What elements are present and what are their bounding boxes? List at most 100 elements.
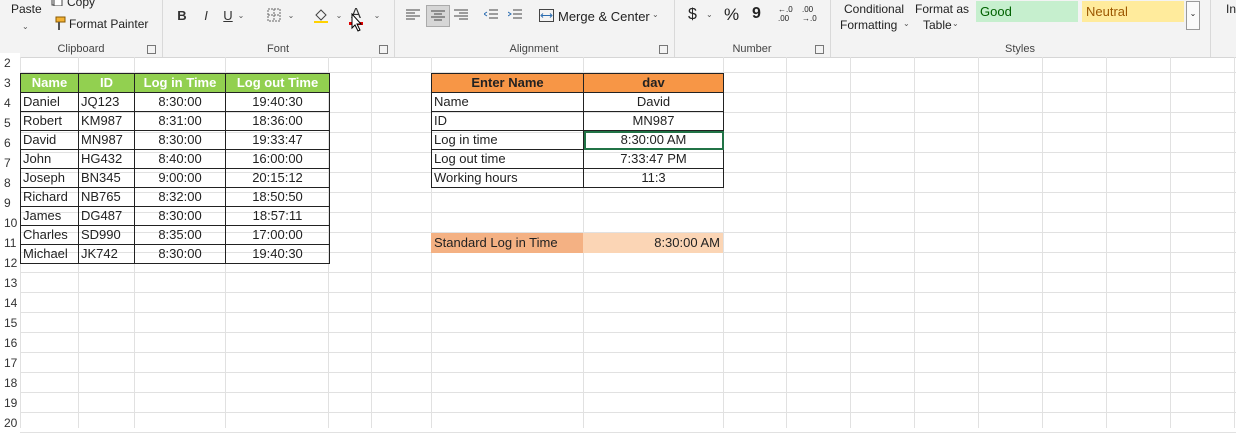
employee-name-cell[interactable]: Joseph [20,168,79,188]
row-header[interactable]: 2 [0,53,20,73]
employee-login-cell[interactable]: 8:40:00 [134,149,226,169]
employee-id-cell[interactable]: JQ123 [78,92,135,112]
employee-name-cell[interactable]: Daniel [20,92,79,112]
enter-name-input[interactable]: dav [583,73,724,93]
lookup-label-cell[interactable]: ID [431,111,584,131]
employee-logout-cell[interactable]: 19:40:30 [225,244,330,264]
conditional-formatting-dropdown-icon[interactable]: ⌄ [903,19,910,28]
paste-button[interactable]: Paste [11,2,42,16]
employee-logout-cell[interactable]: 17:00:00 [225,225,330,245]
clipboard-launcher-icon[interactable] [147,45,156,54]
increase-decimal-button[interactable]: ←.0 .00 [778,5,798,23]
employee-id-cell[interactable]: NB765 [78,187,135,207]
employee-name-cell[interactable]: John [20,149,79,169]
employee-logout-cell[interactable]: 18:57:11 [225,206,330,226]
conditional-formatting-line1[interactable]: Conditional [844,2,904,16]
percent-button[interactable]: % [724,5,739,25]
employee-logout-cell[interactable]: 18:50:50 [225,187,330,207]
row-header[interactable]: 6 [0,133,20,153]
fill-color-dropdown-icon[interactable]: ⌄ [334,10,344,20]
decrease-indent-icon[interactable] [482,6,500,24]
lookup-label-cell[interactable]: Working hours [431,168,584,188]
format-painter-button[interactable]: Format Painter [69,17,148,31]
alignment-launcher-icon[interactable] [659,45,668,54]
row-header[interactable]: 12 [0,253,20,273]
style-neutral[interactable]: Neutral [1082,1,1184,22]
bold-button[interactable]: B [174,6,190,24]
lookup-value-cell[interactable]: 8:30:00 AM [583,130,724,150]
employee-logout-cell[interactable]: 20:15:12 [225,168,330,188]
row-header[interactable]: 15 [0,313,20,333]
row-header[interactable]: 16 [0,333,20,353]
conditional-formatting-line2[interactable]: Formatting [840,18,897,32]
merge-center-dropdown-icon[interactable]: ⌄ [652,10,659,19]
row-header[interactable]: 5 [0,113,20,133]
format-painter-icon[interactable] [51,15,67,31]
row-header[interactable]: 8 [0,173,20,193]
employee-id-cell[interactable]: JK742 [78,244,135,264]
employee-id-cell[interactable]: MN987 [78,130,135,150]
employee-id-cell[interactable]: DG487 [78,206,135,226]
align-right-icon[interactable] [452,6,470,24]
number-launcher-icon[interactable] [815,45,824,54]
employee-login-cell[interactable]: 8:30:00 [134,130,226,150]
employee-logout-cell[interactable]: 19:33:47 [225,130,330,150]
fill-color-icon[interactable] [312,6,330,24]
align-center-icon[interactable] [426,5,450,27]
header-id[interactable]: ID [78,73,135,93]
employee-id-cell[interactable]: SD990 [78,225,135,245]
employee-id-cell[interactable]: HG432 [78,149,135,169]
row-header[interactable]: 19 [0,393,20,413]
row-header[interactable]: 7 [0,153,20,173]
comma-style-button[interactable]: 9 [752,5,761,23]
format-as-table-line2[interactable]: Table [923,18,952,32]
row-header[interactable]: 14 [0,293,20,313]
employee-id-cell[interactable]: BN345 [78,168,135,188]
align-left-icon[interactable] [404,6,422,24]
borders-dropdown-icon[interactable]: ⌄ [286,10,296,20]
lookup-label-cell[interactable]: Log in time [431,130,584,150]
lookup-value-cell[interactable]: 11:3 [583,168,724,188]
employee-logout-cell[interactable]: 16:00:00 [225,149,330,169]
lookup-label-cell[interactable]: Name [431,92,584,112]
style-good[interactable]: Good [976,1,1078,22]
font-color-dropdown-icon[interactable]: ⌄ [372,10,382,20]
currency-dropdown-icon[interactable]: ⌄ [706,10,713,19]
employee-login-cell[interactable]: 8:35:00 [134,225,226,245]
copy-button[interactable]: Copy [67,0,95,9]
employee-login-cell[interactable]: 8:30:00 [134,92,226,112]
header-login[interactable]: Log in Time [134,73,226,93]
standard-login-label[interactable]: Standard Log in Time [431,233,583,253]
lookup-value-cell[interactable]: MN987 [583,111,724,131]
enter-name-label[interactable]: Enter Name [431,73,584,93]
employee-login-cell[interactable]: 8:30:00 [134,244,226,264]
insert-button-partial[interactable]: In [1226,2,1236,16]
row-header[interactable]: 18 [0,373,20,393]
format-as-table-dropdown-icon[interactable]: ⌄ [952,19,959,28]
row-header[interactable]: 13 [0,273,20,293]
header-name[interactable]: Name [20,73,79,93]
currency-button[interactable]: $ [688,6,697,24]
underline-dropdown-icon[interactable]: ⌄ [236,10,246,20]
employee-login-cell[interactable]: 8:30:00 [134,206,226,226]
employee-login-cell[interactable]: 9:00:00 [134,168,226,188]
standard-login-value[interactable]: 8:30:00 AM [583,233,723,253]
merge-center-button[interactable]: Merge & Center [558,9,650,24]
employee-login-cell[interactable]: 8:31:00 [134,111,226,131]
row-header[interactable]: 4 [0,93,20,113]
employee-name-cell[interactable]: James [20,206,79,226]
employee-id-cell[interactable]: KM987 [78,111,135,131]
employee-login-cell[interactable]: 8:32:00 [134,187,226,207]
row-header[interactable]: 11 [0,233,20,253]
styles-gallery-scroll[interactable]: ⌄ [1186,1,1200,30]
lookup-label-cell[interactable]: Log out time [431,149,584,169]
italic-button[interactable]: I [198,6,214,24]
row-header[interactable]: 17 [0,353,20,373]
row-header[interactable]: 20 [0,413,20,433]
employee-name-cell[interactable]: Robert [20,111,79,131]
header-logout[interactable]: Log out Time [225,73,330,93]
employee-name-cell[interactable]: David [20,130,79,150]
increase-indent-icon[interactable] [506,6,524,24]
employee-name-cell[interactable]: Michael [20,244,79,264]
format-as-table-line1[interactable]: Format as [915,2,969,16]
